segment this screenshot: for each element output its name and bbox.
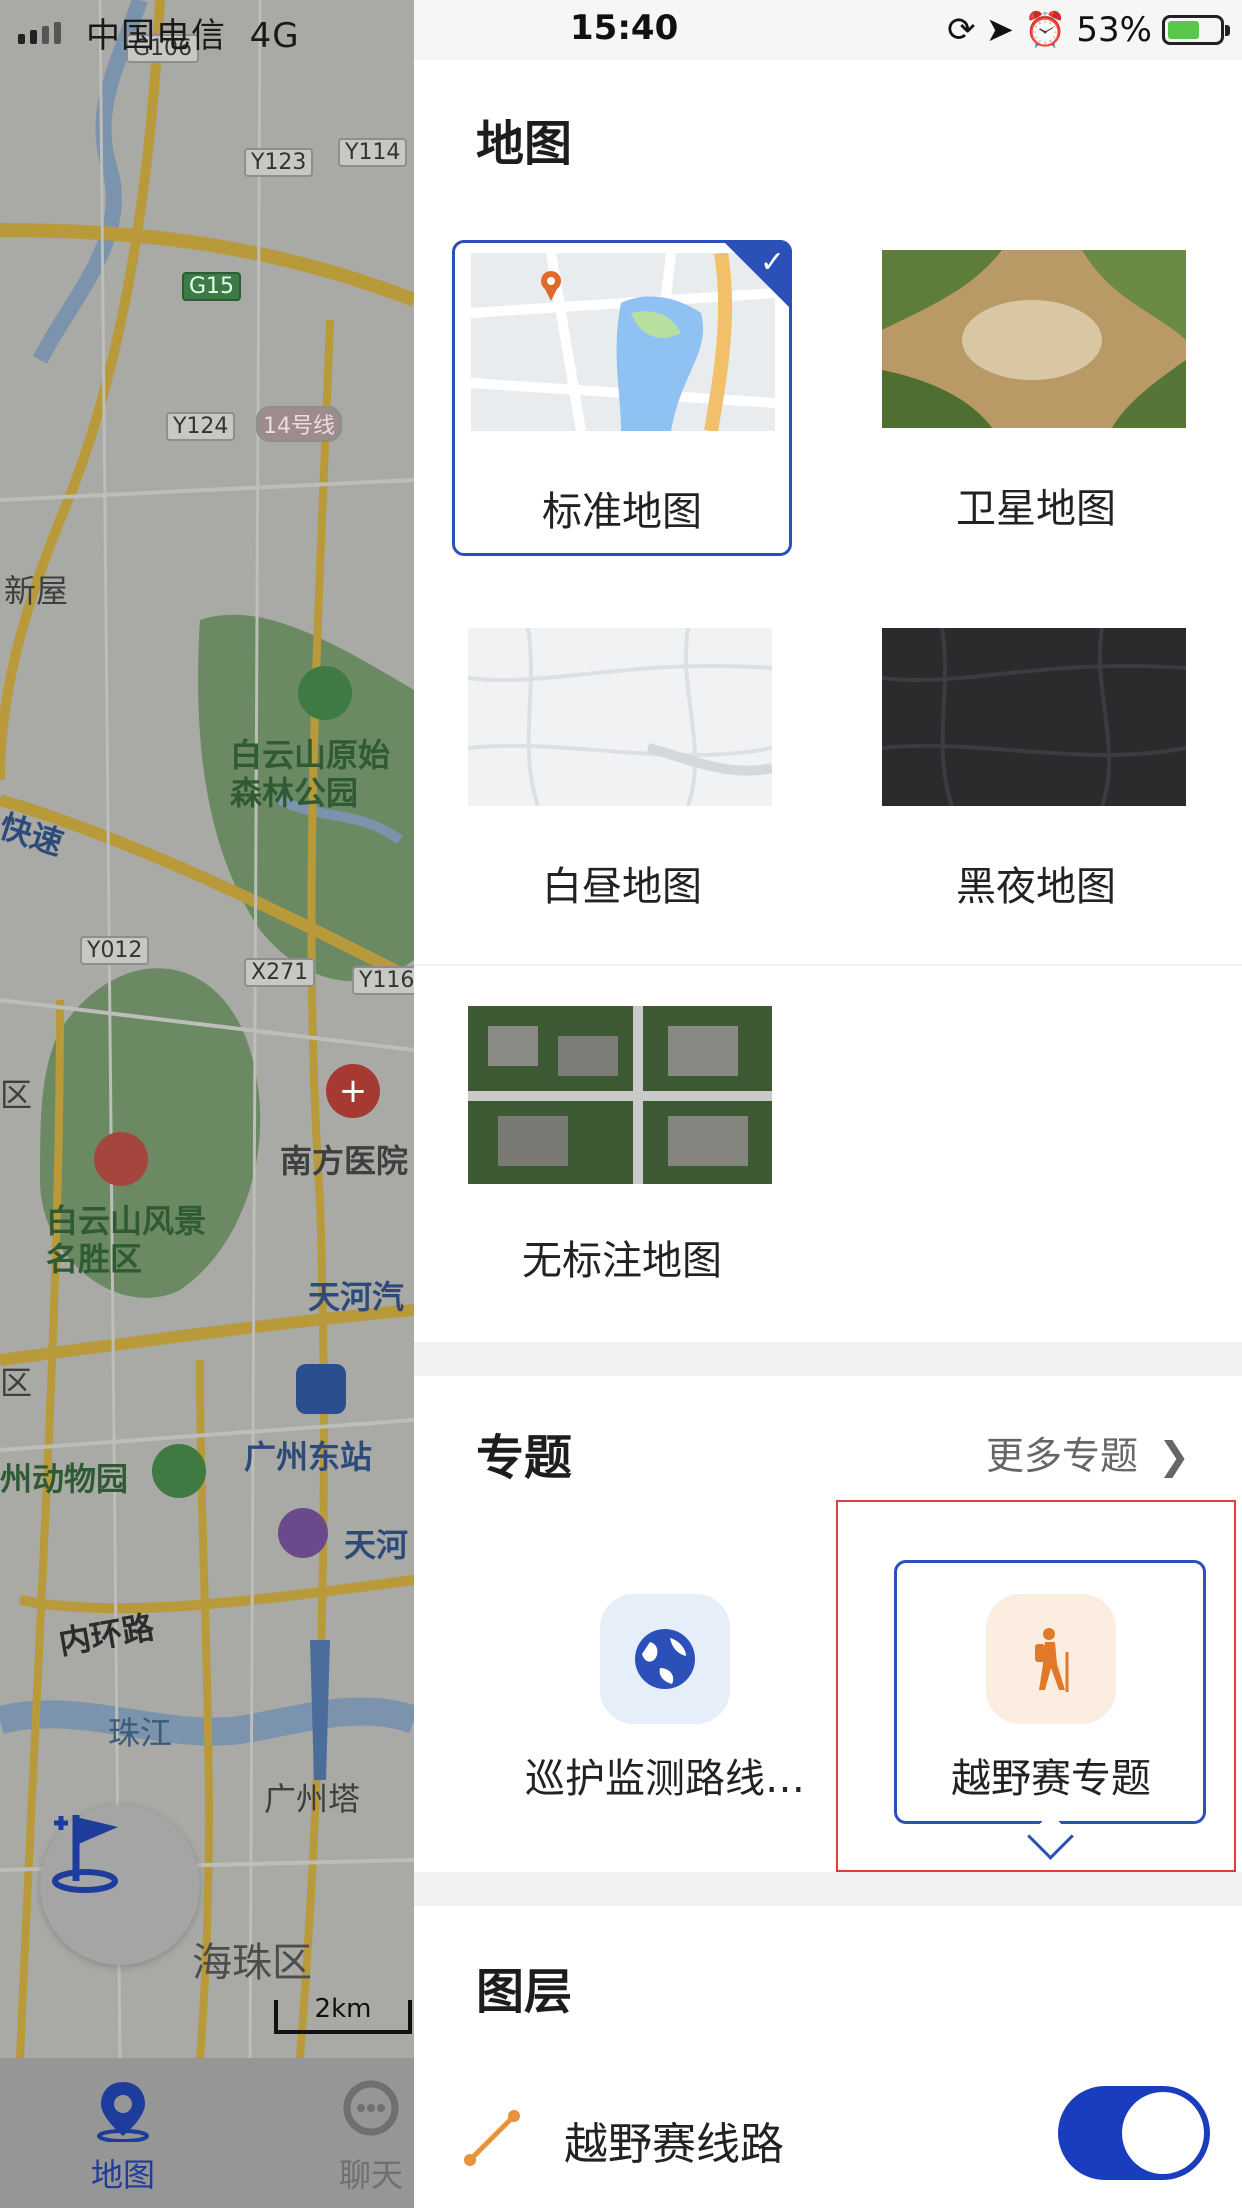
map-label: 珠江 [108, 1714, 173, 1752]
battery-icon [1162, 15, 1230, 45]
battery-percent: 53% [1076, 10, 1152, 50]
signal-icon [18, 22, 61, 44]
station-icon[interactable] [296, 1364, 346, 1414]
map-label: 白云山原始森林公园 [230, 736, 391, 812]
map-label: 海珠区 [192, 1940, 312, 1986]
map-type-label: 黑夜地图 [956, 864, 1116, 910]
road-tag: Y123 [244, 148, 314, 177]
route-line-icon [464, 2110, 520, 2166]
road-tag: Y114 [338, 138, 408, 167]
bottom-tab-bar: 地图 聊天 [0, 2058, 414, 2208]
globe-icon [600, 1594, 730, 1724]
map-type-no-labels[interactable]: 无标注地图 [452, 996, 792, 1312]
map-type-label: 标准地图 [542, 489, 702, 535]
map-type-label: 无标注地图 [522, 1238, 722, 1284]
map-pin-icon [97, 2082, 149, 2143]
satellite-map-thumbnail [882, 250, 1186, 428]
map-label: 天河汽 [308, 1278, 405, 1316]
topics-section-title: 专题 [476, 1430, 573, 1486]
toggle-knob [1122, 2092, 1204, 2174]
map-settings-panel: 地图 ✓ 标准地图 卫星地图 白昼地图 黑夜地图 无标注地图 专题 更多专题 ❯… [414, 0, 1242, 2208]
chevron-right-icon: ❯ [1158, 1434, 1190, 1478]
map-type-label: 白昼地图 [542, 864, 702, 910]
map-label: 天河 [344, 1526, 409, 1564]
status-right: ⟳ ➤ ⏰ 53% [947, 8, 1230, 52]
topic-patrol[interactable]: 巡护监测路线… [510, 1594, 820, 1804]
park-icon[interactable] [298, 666, 352, 720]
road-tag: Y116 [352, 966, 414, 995]
map-scale: 2km [274, 1994, 412, 2034]
map-type-satellite[interactable]: 卫星地图 [866, 240, 1206, 556]
map-type-night[interactable]: 黑夜地图 [866, 618, 1206, 934]
no-labels-map-thumbnail [468, 1006, 772, 1184]
map-section-title: 地图 [476, 116, 573, 172]
layers-section-title: 图层 [476, 1964, 573, 2020]
flag-icon [52, 1815, 118, 1893]
map-type-label: 卫星地图 [956, 486, 1116, 532]
topic-label: 巡护监测路线… [525, 1756, 805, 1802]
clock: 15:40 [570, 8, 679, 48]
map-label: 广州东站 [244, 1438, 373, 1476]
shopping-icon[interactable] [278, 1508, 328, 1558]
map-type-daytime[interactable]: 白昼地图 [452, 618, 792, 934]
scenic-icon[interactable] [94, 1132, 148, 1186]
carrier-label: 中国电信 4G [86, 16, 300, 56]
tab-label: 地图 [90, 2156, 155, 2194]
alarm-icon: ⏰ [1024, 10, 1067, 50]
zoo-icon[interactable] [152, 1444, 206, 1498]
rotation-lock-icon: ⟳ [947, 10, 976, 50]
map-label: 区 [0, 1364, 33, 1402]
more-topics-label: 更多专题 [986, 1434, 1139, 1478]
scale-label: 2km [314, 1994, 372, 2024]
hospital-icon[interactable]: + [326, 1064, 380, 1118]
map-label: 州动物园 [0, 1460, 129, 1498]
road-tag: G15 [182, 272, 242, 301]
night-map-thumbnail [882, 628, 1186, 806]
check-icon: ✓ [759, 245, 785, 280]
road-tag: X271 [244, 958, 316, 987]
map-label: 白云山风景名胜区 [46, 1202, 207, 1278]
map-view[interactable]: G106 Y123 Y114 G15 Y124 14号线 Y012 X271 Y… [0, 0, 414, 2058]
layer-label: 越野赛线路 [564, 2119, 784, 2170]
map-type-standard[interactable]: ✓ 标准地图 [452, 240, 792, 556]
flag-location-button[interactable] [40, 1805, 200, 1965]
road-tag: Y012 [80, 936, 150, 965]
map-label: 区 [0, 1076, 33, 1114]
status-bar: 中国电信 4G 15:40 ⟳ ➤ ⏰ 53% [0, 0, 1242, 60]
map-label: 新屋 [4, 572, 69, 610]
map-roads [0, 0, 414, 2058]
map-label: 南方医院 [280, 1142, 409, 1180]
layer-toggle-switch[interactable] [1058, 2086, 1210, 2180]
daytime-map-thumbnail [468, 628, 772, 806]
chat-icon [343, 2080, 399, 2136]
road-tag: Y124 [166, 412, 236, 441]
location-arrow-icon: ➤ [985, 10, 1015, 50]
tab-map[interactable]: 地图 [48, 2078, 198, 2196]
highlight-box [836, 1500, 1236, 1872]
more-topics-link[interactable]: 更多专题 ❯ [986, 1425, 1190, 1480]
road-tag: 14号线 [256, 406, 342, 442]
map-label: 广州塔 [264, 1780, 361, 1818]
